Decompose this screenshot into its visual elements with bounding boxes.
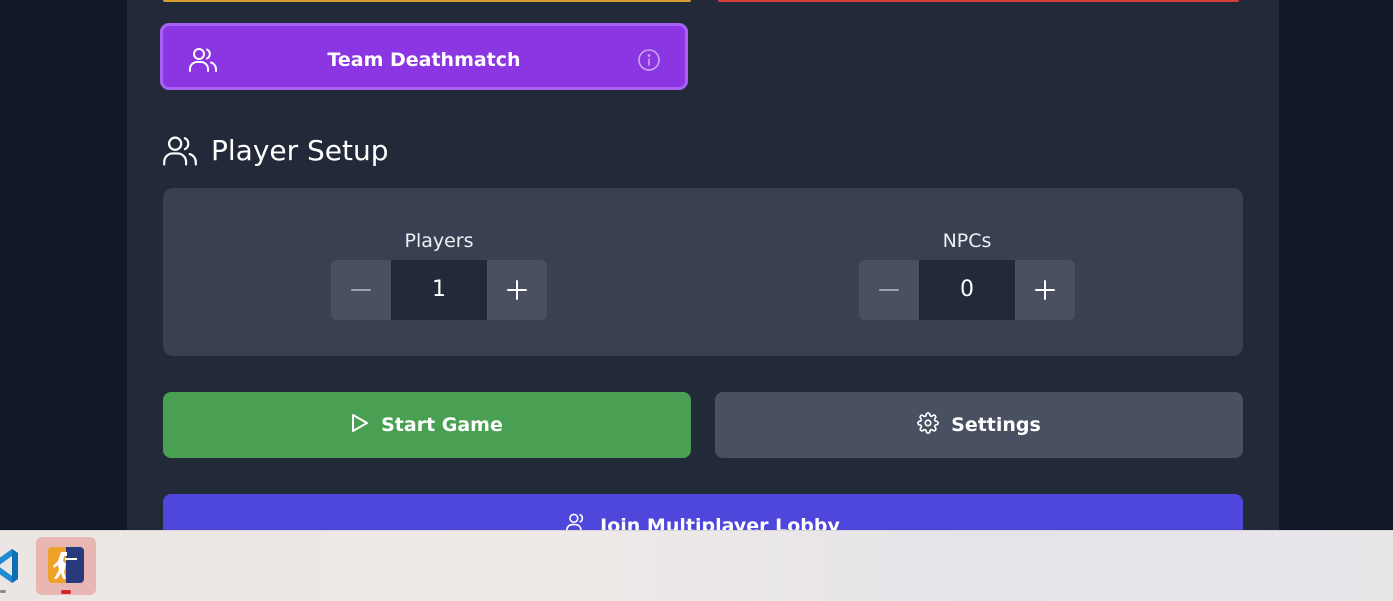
plus-icon: [507, 280, 527, 300]
counter-strike-icon: [48, 547, 84, 583]
player-setup-box: Players 1 NPCs 0: [163, 188, 1243, 356]
play-icon: [351, 413, 369, 438]
players-counter: Players 1: [331, 230, 547, 320]
minus-icon: [351, 289, 371, 291]
players-value[interactable]: 1: [391, 260, 487, 320]
players-stepper: 1: [331, 260, 547, 320]
npcs-label: NPCs: [942, 230, 992, 252]
game-mode-label: Team Deathmatch: [327, 49, 521, 71]
settings-button[interactable]: Settings: [715, 392, 1243, 458]
start-game-label: Start Game: [381, 414, 503, 436]
npcs-decrement-button[interactable]: [859, 260, 919, 320]
team-deathmatch-button[interactable]: Team Deathmatch: [160, 23, 688, 90]
gear-icon: [917, 411, 940, 439]
vscode-indicator: [0, 590, 6, 593]
previous-mode-button-edge[interactable]: [163, 0, 691, 2]
npcs-counter: NPCs 0: [859, 230, 1075, 320]
players-label: Players: [404, 230, 474, 252]
settings-label: Settings: [951, 414, 1041, 436]
players-decrement-button[interactable]: [331, 260, 391, 320]
users-icon: [163, 135, 197, 171]
taskbar: [0, 530, 1393, 601]
game-panel: Team Deathmatch Player Setup Players 1 N…: [127, 0, 1279, 530]
start-game-button[interactable]: Start Game: [163, 392, 691, 458]
taskbar-game-app[interactable]: [36, 537, 96, 595]
section-title: Player Setup: [211, 134, 389, 167]
vscode-icon[interactable]: [0, 547, 20, 585]
players-increment-button[interactable]: [487, 260, 547, 320]
users-icon: [566, 512, 588, 530]
active-app-indicator: [61, 590, 71, 594]
npcs-stepper: 0: [859, 260, 1075, 320]
info-icon[interactable]: [637, 48, 661, 76]
join-lobby-label: Join Multiplayer Lobby: [600, 514, 840, 531]
join-lobby-button[interactable]: Join Multiplayer Lobby: [163, 494, 1243, 530]
npcs-value[interactable]: 0: [919, 260, 1015, 320]
minus-icon: [879, 289, 899, 291]
npcs-increment-button[interactable]: [1015, 260, 1075, 320]
previous-mode-button-edge-right[interactable]: [718, 0, 1239, 2]
plus-icon: [1035, 280, 1055, 300]
